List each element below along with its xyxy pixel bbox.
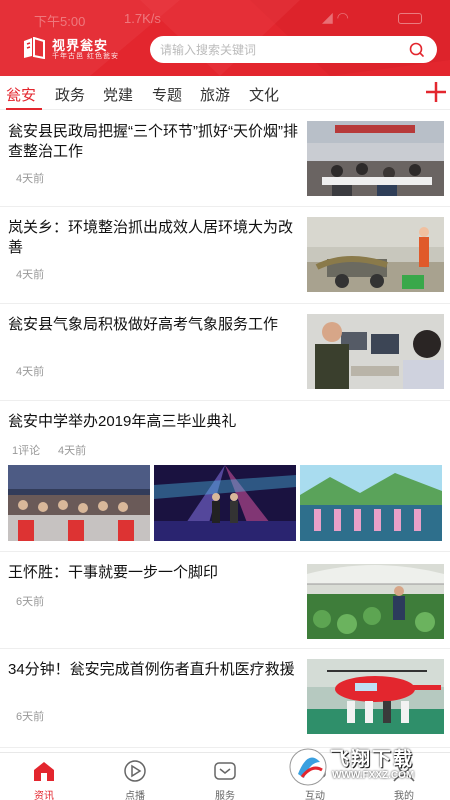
battery-icon — [398, 13, 422, 24]
nav-item-vod[interactable]: 点播 — [105, 753, 165, 800]
tab-party-building[interactable]: 党建 — [103, 84, 133, 105]
gallery-image[interactable] — [8, 465, 150, 541]
nav-item-services[interactable]: 服务 — [195, 753, 255, 800]
tab-wengan[interactable]: 瓮安 — [6, 84, 36, 105]
news-thumbnail[interactable] — [307, 217, 444, 292]
search-input[interactable] — [160, 40, 390, 59]
app-header: 下午5:00 1.7K/s ◢ ◠ 视界瓮安 千年古邑 红色瓮安 — [0, 0, 450, 76]
helicopter-rescue-image — [307, 659, 444, 734]
news-title[interactable]: 王怀胜：干事就要一步一个脚印 — [8, 563, 300, 583]
nav-label: 服务 — [215, 791, 235, 800]
nav-item-news[interactable]: 资讯 — [14, 753, 74, 800]
news-thumbnail[interactable] — [307, 659, 444, 734]
news-title[interactable]: 瓮安县民政局把握“三个环节”抓好“天价烟”排查整治工作 — [8, 122, 300, 162]
news-time: 4天前 — [16, 173, 45, 185]
logo-mark-icon — [24, 37, 45, 59]
news-thumbnail[interactable] — [307, 314, 444, 389]
nav-label: 点播 — [125, 791, 145, 800]
weather-office-image — [307, 314, 444, 389]
status-speed: 1.7K/s — [124, 11, 161, 26]
home-icon — [34, 762, 54, 781]
status-time: 下午5:00 — [34, 14, 86, 29]
news-time: 6天前 — [16, 711, 45, 723]
news-title[interactable]: 岚关乡：环境整治抓出成效人居环境大为改善 — [8, 218, 300, 258]
signal-icon: ◢ ◠ — [322, 9, 349, 25]
nav-label: 资讯 — [34, 791, 54, 800]
news-item[interactable]: 34分钟！瓮安完成首例伤者直升机医疗救援 6天前 — [0, 650, 450, 748]
watermark-text: 飞翔下载 — [330, 749, 415, 770]
greenhouse-image — [307, 564, 444, 639]
dance-show-image — [300, 465, 442, 541]
tab-government[interactable]: 政务 — [55, 84, 85, 105]
news-time: 4天前 — [58, 445, 87, 457]
village-cleanup-image — [307, 217, 444, 292]
news-item[interactable]: 王怀胜：干事就要一步一个脚印 6天前 — [0, 553, 450, 649]
gallery-image[interactable] — [154, 465, 296, 541]
stage-performance-image — [154, 465, 296, 541]
news-item[interactable]: 瓮安县气象局积极做好高考气象服务工作 4天前 — [0, 305, 450, 401]
active-tab-indicator — [6, 108, 42, 110]
watermark-logo-icon — [289, 748, 327, 786]
tab-culture[interactable]: 文化 — [249, 84, 279, 105]
news-thumbnail[interactable] — [307, 121, 444, 196]
watermark-url: WWW.FXXZ.COM — [332, 770, 415, 781]
news-time: 4天前 — [16, 269, 45, 281]
news-title[interactable]: 瓮安中学举办2019年高三毕业典礼 — [8, 412, 300, 432]
news-comments: 1评论 — [12, 445, 41, 457]
tab-special-topics[interactable]: 专题 — [152, 84, 182, 105]
news-title[interactable]: 瓮安县气象局积极做好高考气象服务工作 — [8, 315, 300, 335]
play-icon — [124, 760, 146, 782]
news-item[interactable]: 瓮安中学举办2019年高三毕业典礼 1评论 4天前 — [0, 402, 450, 552]
tab-travel[interactable]: 旅游 — [200, 84, 230, 105]
status-bar: 下午5:00 1.7K/s ◢ ◠ — [0, 0, 450, 36]
search-bar[interactable] — [150, 36, 437, 63]
app-logo: 视界瓮安 千年古邑 红色瓮安 — [22, 35, 142, 63]
service-icon — [214, 762, 236, 780]
news-thumbnail[interactable] — [307, 564, 444, 639]
search-icon[interactable] — [408, 41, 425, 58]
gallery-image[interactable] — [300, 465, 442, 541]
meeting-room-image — [307, 121, 444, 196]
news-title[interactable]: 34分钟！瓮安完成首例伤者直升机医疗救援 — [8, 660, 300, 680]
news-item[interactable]: 瓮安县民政局把握“三个环节”抓好“天价烟”排查整治工作 4天前 — [0, 112, 450, 207]
site-watermark: 飞翔下载 WWW.FXXZ.COM — [288, 742, 438, 794]
news-item[interactable]: 岚关乡：环境整治抓出成效人居环境大为改善 4天前 — [0, 208, 450, 304]
logo-slogan: 千年古邑 红色瓮安 — [52, 53, 119, 60]
news-time: 4天前 — [16, 366, 45, 378]
graduation-audience-image — [8, 465, 150, 541]
news-time: 6天前 — [16, 596, 45, 608]
category-tabs: 瓮安 政务 党建 专题 旅游 文化 — [0, 76, 450, 110]
add-channel-icon[interactable] — [424, 80, 448, 104]
